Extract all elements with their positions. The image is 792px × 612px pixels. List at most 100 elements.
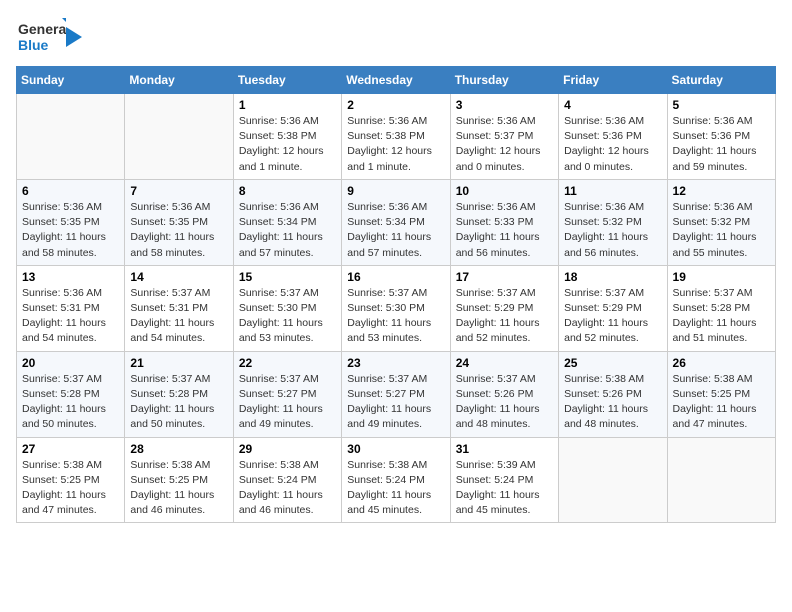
day-info: Sunrise: 5:36 AMSunset: 5:32 PMDaylight:… [564,200,661,261]
day-number: 17 [456,270,553,284]
day-number: 24 [456,356,553,370]
calendar-cell: 23 Sunrise: 5:37 AMSunset: 5:27 PMDayligh… [342,351,450,437]
day-info: Sunrise: 5:38 AMSunset: 5:25 PMDaylight:… [673,372,770,433]
day-number: 14 [130,270,227,284]
calendar-cell: 10Sunrise: 5:36 AMSunset: 5:33 PMDayligh… [450,179,558,265]
day-info: Sunrise: 5:36 AMSunset: 5:34 PMDaylight:… [347,200,444,261]
day-info: Sunrise: 5:36 AMSunset: 5:37 PMDaylight:… [456,114,553,175]
day-info: Sunrise: 5:37 AMSunset: 5:26 PMDaylight:… [456,372,553,433]
calendar-cell: 3 Sunrise: 5:36 AMSunset: 5:37 PMDaylight… [450,94,558,180]
calendar-cell: 15 Sunrise: 5:37 AMSunset: 5:30 PMDayligh… [233,265,341,351]
weekday-header: Monday [125,67,233,94]
calendar-cell: 5Sunrise: 5:36 AMSunset: 5:36 PMDaylight… [667,94,775,180]
calendar-week-row: 27 Sunrise: 5:38 AMSunset: 5:25 PMDayligh… [17,437,776,523]
calendar-cell: 19 Sunrise: 5:37 AMSunset: 5:28 PMDayligh… [667,265,775,351]
day-number: 3 [456,98,553,112]
calendar-week-row: 1 Sunrise: 5:36 AMSunset: 5:38 PMDaylight… [17,94,776,180]
calendar-cell: 14 Sunrise: 5:37 AMSunset: 5:31 PMDayligh… [125,265,233,351]
day-number: 13 [22,270,119,284]
day-info: Sunrise: 5:36 AMSunset: 5:35 PMDaylight:… [130,200,227,261]
calendar-cell: 6 Sunrise: 5:36 AMSunset: 5:35 PMDaylight… [17,179,125,265]
logo: General Blue [16,16,82,58]
weekday-header: Tuesday [233,67,341,94]
day-info: Sunrise: 5:38 AMSunset: 5:24 PMDaylight:… [347,458,444,519]
day-info: Sunrise: 5:36 AMSunset: 5:38 PMDaylight:… [239,114,336,175]
day-info: Sunrise: 5:36 AMSunset: 5:32 PMDaylight:… [673,200,770,261]
day-info: Sunrise: 5:37 AMSunset: 5:30 PMDaylight:… [347,286,444,347]
day-info: Sunrise: 5:36 AMSunset: 5:36 PMDaylight:… [564,114,661,175]
calendar-header-row: SundayMondayTuesdayWednesdayThursdayFrid… [17,67,776,94]
day-number: 16 [347,270,444,284]
calendar-cell: 25 Sunrise: 5:38 AMSunset: 5:26 PMDayligh… [559,351,667,437]
day-info: Sunrise: 5:37 AMSunset: 5:30 PMDaylight:… [239,286,336,347]
calendar-cell: 31Sunrise: 5:39 AMSunset: 5:24 PMDayligh… [450,437,558,523]
calendar-cell [17,94,125,180]
day-number: 7 [130,184,227,198]
calendar-cell: 2Sunrise: 5:36 AMSunset: 5:38 PMDaylight… [342,94,450,180]
calendar-cell: 17 Sunrise: 5:37 AMSunset: 5:29 PMDayligh… [450,265,558,351]
day-number: 5 [673,98,770,112]
weekday-header: Friday [559,67,667,94]
calendar-cell: 21 Sunrise: 5:37 AMSunset: 5:28 PMDayligh… [125,351,233,437]
day-info: Sunrise: 5:37 AMSunset: 5:31 PMDaylight:… [130,286,227,347]
day-number: 9 [347,184,444,198]
day-number: 21 [130,356,227,370]
day-info: Sunrise: 5:37 AMSunset: 5:29 PMDaylight:… [564,286,661,347]
day-number: 30 [347,442,444,456]
day-info: Sunrise: 5:37 AMSunset: 5:29 PMDaylight:… [456,286,553,347]
day-number: 6 [22,184,119,198]
weekday-header: Wednesday [342,67,450,94]
calendar-cell: 13 Sunrise: 5:36 AMSunset: 5:31 PMDayligh… [17,265,125,351]
day-info: Sunrise: 5:37 AMSunset: 5:28 PMDaylight:… [673,286,770,347]
day-info: Sunrise: 5:36 AMSunset: 5:34 PMDaylight:… [239,200,336,261]
calendar-week-row: 6 Sunrise: 5:36 AMSunset: 5:35 PMDaylight… [17,179,776,265]
calendar-cell: 26 Sunrise: 5:38 AMSunset: 5:25 PMDayligh… [667,351,775,437]
calendar-cell: 1 Sunrise: 5:36 AMSunset: 5:38 PMDaylight… [233,94,341,180]
day-number: 11 [564,184,661,198]
day-number: 23 [347,356,444,370]
day-number: 2 [347,98,444,112]
day-number: 1 [239,98,336,112]
day-number: 29 [239,442,336,456]
weekday-header: Thursday [450,67,558,94]
day-number: 28 [130,442,227,456]
day-number: 4 [564,98,661,112]
calendar-cell: 30 Sunrise: 5:38 AMSunset: 5:24 PMDayligh… [342,437,450,523]
day-info: Sunrise: 5:38 AMSunset: 5:26 PMDaylight:… [564,372,661,433]
day-info: Sunrise: 5:38 AMSunset: 5:25 PMDaylight:… [130,458,227,519]
day-number: 10 [456,184,553,198]
svg-text:Blue: Blue [18,37,49,53]
page-header: General Blue [16,16,776,58]
calendar-cell: 22Sunrise: 5:37 AMSunset: 5:27 PMDayligh… [233,351,341,437]
day-info: Sunrise: 5:39 AMSunset: 5:24 PMDaylight:… [456,458,553,519]
logo-arrow [66,27,82,47]
calendar-week-row: 20 Sunrise: 5:37 AMSunset: 5:28 PMDayligh… [17,351,776,437]
day-info: Sunrise: 5:36 AMSunset: 5:35 PMDaylight:… [22,200,119,261]
day-number: 19 [673,270,770,284]
calendar-cell: 7 Sunrise: 5:36 AMSunset: 5:35 PMDaylight… [125,179,233,265]
logo-svg: General Blue [16,16,66,58]
calendar-cell: 8Sunrise: 5:36 AMSunset: 5:34 PMDaylight… [233,179,341,265]
day-info: Sunrise: 5:38 AMSunset: 5:24 PMDaylight:… [239,458,336,519]
calendar-cell [559,437,667,523]
day-number: 22 [239,356,336,370]
day-number: 18 [564,270,661,284]
calendar-cell: 12Sunrise: 5:36 AMSunset: 5:32 PMDayligh… [667,179,775,265]
day-number: 26 [673,356,770,370]
day-number: 25 [564,356,661,370]
day-number: 27 [22,442,119,456]
day-info: Sunrise: 5:37 AMSunset: 5:27 PMDaylight:… [347,372,444,433]
calendar-cell: 11 Sunrise: 5:36 AMSunset: 5:32 PMDayligh… [559,179,667,265]
weekday-header: Saturday [667,67,775,94]
calendar-week-row: 13 Sunrise: 5:36 AMSunset: 5:31 PMDayligh… [17,265,776,351]
svg-text:General: General [18,21,66,37]
calendar-cell: 9 Sunrise: 5:36 AMSunset: 5:34 PMDaylight… [342,179,450,265]
day-number: 15 [239,270,336,284]
calendar-cell: 4 Sunrise: 5:36 AMSunset: 5:36 PMDaylight… [559,94,667,180]
calendar-cell: 29 Sunrise: 5:38 AMSunset: 5:24 PMDayligh… [233,437,341,523]
calendar-cell: 24 Sunrise: 5:37 AMSunset: 5:26 PMDayligh… [450,351,558,437]
calendar-cell: 16 Sunrise: 5:37 AMSunset: 5:30 PMDayligh… [342,265,450,351]
day-info: Sunrise: 5:37 AMSunset: 5:28 PMDaylight:… [130,372,227,433]
day-info: Sunrise: 5:36 AMSunset: 5:31 PMDaylight:… [22,286,119,347]
day-number: 20 [22,356,119,370]
